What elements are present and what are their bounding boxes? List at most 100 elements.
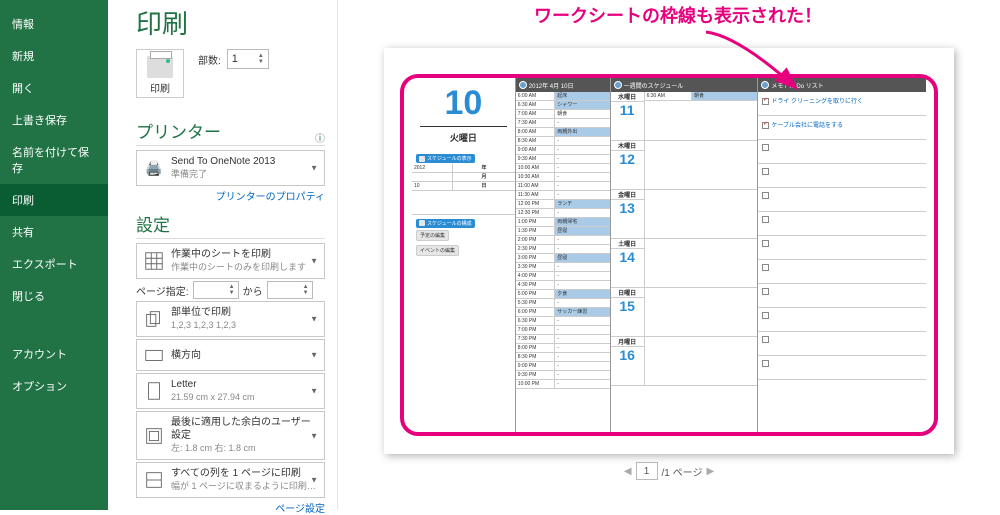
info-icon[interactable]: i [315,133,325,143]
timeline-row: 1:00 PM両親帰宅 [516,218,610,227]
timeline-row: 6:30 AMシャワー [516,101,610,110]
todo-row [758,356,926,380]
todo-row [758,308,926,332]
sidebar-item-新規[interactable]: 新規 [0,40,108,72]
sidebar-item-エクスポート[interactable]: エクスポート [0,248,108,280]
timeline-row: 8:00 PM- [516,344,610,353]
timeline-row: 7:00 AM朝食 [516,110,610,119]
paper-icon [143,380,165,402]
todo-row [758,236,926,260]
collate-icon [143,308,165,330]
timeline-row: 11:00 AM- [516,182,610,191]
settings-section-title: 設定 [136,211,325,239]
annotation-arrow-icon [698,28,808,98]
week-day-block: 木曜日12 [611,141,758,190]
print-settings-pane: 印刷 印刷 部数: 1 ▲▼ プリンターi 🖨️ Send T [108,0,338,510]
page-from-input[interactable]: ▲▼ [193,281,239,299]
sidebar-item-アカウント[interactable]: アカウント [0,338,108,370]
margins-icon [143,425,165,447]
margins-selector[interactable]: 最後に適用した余白のユーザー設定左: 1.8 cm 右: 1.8 cm ▼ [136,411,325,460]
timeline-row: 3:30 PM- [516,263,610,272]
page-to-input[interactable]: ▲▼ [267,281,313,299]
timeline-row: 7:30 AM- [516,119,610,128]
timeline-row: 10:30 AM- [516,173,610,182]
backstage-sidebar: 情報新規開く上書き保存名前を付けて保存印刷共有エクスポート閉じる アカウントオプ… [0,0,108,510]
timeline-row: 7:30 PM- [516,335,610,344]
timeline-row: 10:00 PM- [516,380,610,389]
timeline-row: 2:00 PM- [516,236,610,245]
timeline-row: 8:30 PM- [516,353,610,362]
print-what-selector[interactable]: 作業中のシートを印刷作業中のシートのみを印刷します ▼ [136,243,325,279]
doc-big-date: 10 [412,78,515,120]
doc-edit-event-btn: イベントの編集 [416,245,459,256]
next-page-button[interactable]: ▶ [706,466,714,477]
timeline-row: 5:00 PM夕食 [516,290,610,299]
sidebar-item-開く[interactable]: 開く [0,72,108,104]
timeline-row: 9:00 PM- [516,362,610,371]
timeline-row: 9:30 AM- [516,155,610,164]
scale-icon [143,469,165,491]
print-button-label: 印刷 [150,80,170,95]
timeline-row: 9:00 AM- [516,146,610,155]
timeline-row: 12:30 PM- [516,209,610,218]
timeline-row: 12:00 PMランチ [516,200,610,209]
timeline-row: 6:00 PMサッカー練習 [516,308,610,317]
sidebar-item-上書き保存[interactable]: 上書き保存 [0,104,108,136]
week-day-block: 日曜日15 [611,288,758,337]
week-day-block: 水曜日116:30 AM朝食 [611,92,758,141]
printer-properties-link[interactable]: プリンターのプロパティ [136,188,325,203]
sidebar-item-印刷[interactable]: 印刷 [0,184,108,216]
printer-icon [147,56,173,78]
timeline-row: 6:30 PM- [516,317,610,326]
timeline-row: 9:30 PM- [516,371,610,380]
timeline-row: 4:30 PM- [516,281,610,290]
timeline-row: 5:30 PM- [516,299,610,308]
copies-spinner[interactable]: 1 ▲▼ [227,49,269,69]
timeline-row: 10:00 AM- [516,164,610,173]
orientation-selector[interactable]: 横方向 ▼ [136,339,325,371]
page-setup-link[interactable]: ページ設定 [136,500,325,515]
week-day-block: 金曜日13 [611,190,758,239]
printer-section-title: プリンター [136,118,221,143]
todo-row [758,332,926,356]
timeline-row: 3:00 PM昼寝 [516,254,610,263]
todo-row [758,188,926,212]
doc-edit-appt-btn: 予定の編集 [416,230,449,241]
print-button[interactable]: 印刷 [136,49,184,98]
timeline-row: 7:00 PM- [516,326,610,335]
timeline-row: 8:30 AM- [516,137,610,146]
doc-section-schedule-edit: スケジュールの構成 [416,219,475,228]
todo-row [758,164,926,188]
page-title: 印刷 [136,4,325,41]
print-preview-pane: ワークシートの枠線も表示された！ 10 火曜日 スケジュールの表示 2012年 … [338,0,1000,510]
page-navigator: ◀ 1 /1 ページ ▶ [624,462,714,480]
sidebar-item-オプション[interactable]: オプション [0,370,108,402]
timeline-row: 2:30 PM- [516,245,610,254]
timeline-row: 4:00 PM- [516,272,610,281]
page-number-input[interactable]: 1 [636,462,658,480]
page-preview: 10 火曜日 スケジュールの表示 2012年 月 10日 スケジュールの構成 予… [384,48,954,454]
annotation-callout: ワークシートの枠線も表示された！ [534,2,822,28]
paper-size-selector[interactable]: Letter21.59 cm x 27.94 cm ▼ [136,373,325,409]
sidebar-item-共有[interactable]: 共有 [0,216,108,248]
page-total-label: /1 ページ [662,464,703,479]
printer-selector[interactable]: 🖨️ Send To OneNote 2013 準備完了 ▼ [136,150,325,186]
timeline-row: 6:00 AM起床 [516,92,610,101]
todo-row [758,212,926,236]
week-day-block: 月曜日16 [611,337,758,386]
collation-selector[interactable]: 部単位で印刷1,2,3 1,2,3 1,2,3 ▼ [136,301,325,337]
sidebar-item-情報[interactable]: 情報 [0,8,108,40]
todo-row [758,284,926,308]
sheet-icon [143,250,165,272]
copies-label: 部数: [198,52,221,67]
prev-page-button[interactable]: ◀ [624,466,632,477]
doc-date-header: 2012年 4月 10日 [516,78,610,92]
week-day-block: 土曜日14 [611,239,758,288]
timeline-row: 1:30 PM昼寝 [516,227,610,236]
timeline-row: 11:30 AM- [516,191,610,200]
scaling-selector[interactable]: すべての列を 1 ページに印刷幅が 1 ページに収まるように印刷… ▼ [136,462,325,498]
sidebar-item-名前を付けて保存[interactable]: 名前を付けて保存 [0,136,108,184]
sidebar-item-閉じる[interactable]: 閉じる [0,280,108,312]
doc-section-schedule-view: スケジュールの表示 [416,154,475,163]
todo-row [758,140,926,164]
